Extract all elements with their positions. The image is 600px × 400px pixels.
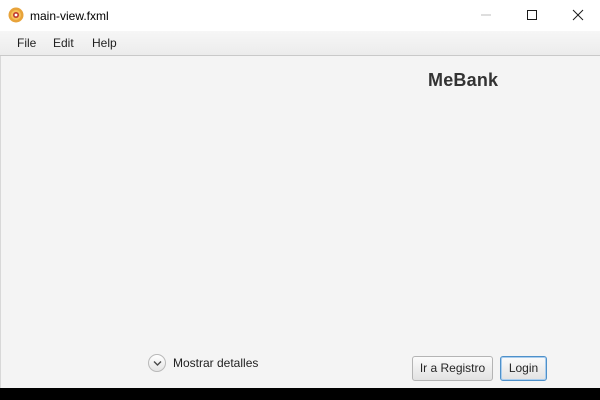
main-content: MeBank Mostrar detalles Ir a Registro Lo…: [0, 56, 600, 388]
details-toggle-label[interactable]: Mostrar detalles: [173, 356, 258, 370]
login-button[interactable]: Login: [500, 356, 547, 381]
title-bar[interactable]: main-view.fxml: [0, 0, 600, 31]
menu-file[interactable]: File: [17, 36, 36, 51]
app-window: main-view.fxml File Edit Help MeBank Mos…: [0, 0, 600, 388]
minimize-button[interactable]: [463, 0, 509, 31]
menu-bar: File Edit Help: [0, 31, 600, 56]
chevron-down-icon[interactable]: [148, 354, 166, 372]
close-button[interactable]: [555, 0, 600, 31]
maximize-button[interactable]: [509, 0, 555, 31]
close-icon: [572, 9, 584, 21]
app-logo-icon: [8, 7, 24, 23]
window-title: main-view.fxml: [30, 9, 109, 23]
maximize-icon: [527, 10, 537, 20]
minimize-icon: [481, 14, 491, 16]
go-to-register-button[interactable]: Ir a Registro: [412, 356, 493, 381]
brand-title: MeBank: [428, 70, 499, 90]
menu-edit[interactable]: Edit: [53, 36, 74, 51]
menu-help[interactable]: Help: [92, 36, 117, 51]
